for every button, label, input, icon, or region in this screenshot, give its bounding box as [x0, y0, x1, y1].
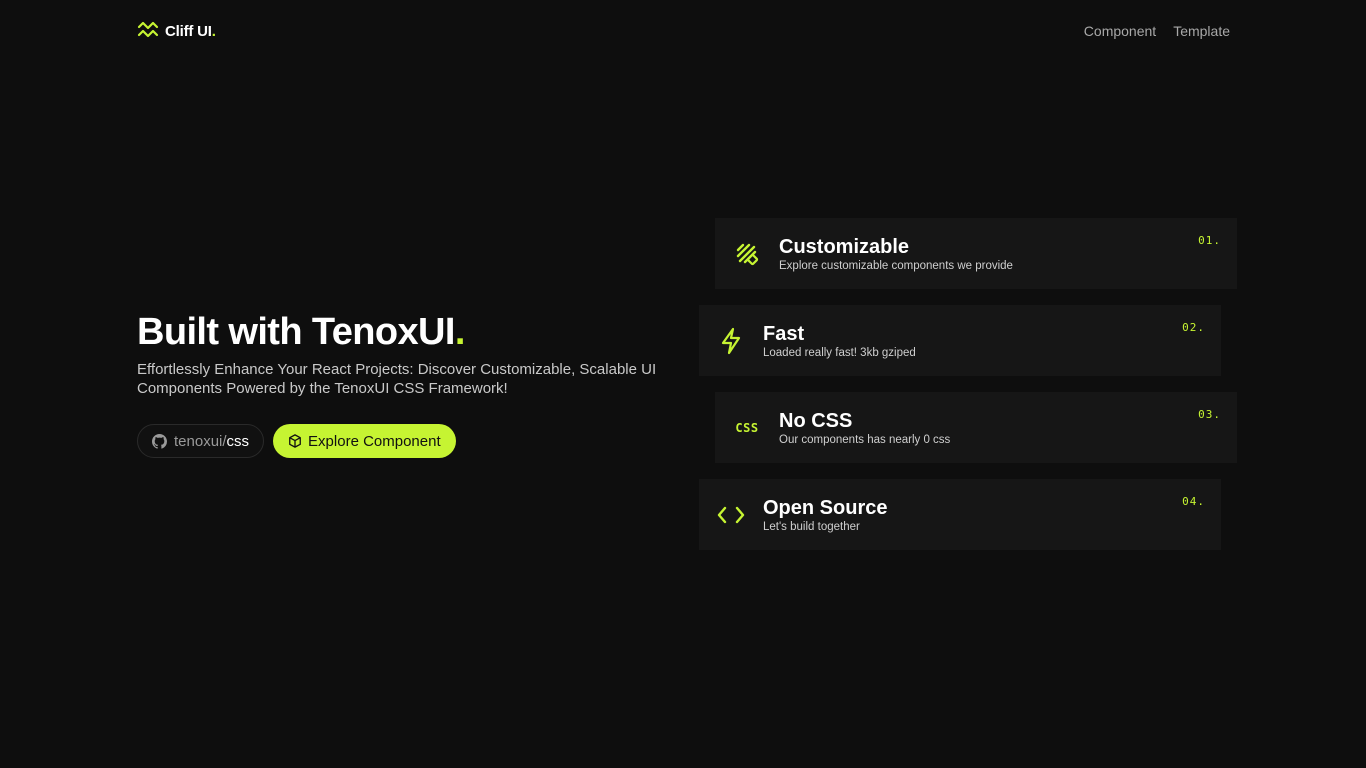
github-repo-button[interactable]: tenoxui/css [137, 424, 265, 458]
feature-card-no-css[interactable]: CSS No CSS Our components has nearly 0 c… [715, 392, 1237, 463]
repo-name: css [226, 432, 250, 450]
feature-number: 01. [1198, 234, 1221, 247]
feature-card-customizable[interactable]: Customizable Explore customizable compon… [715, 218, 1237, 289]
code-icon [715, 499, 747, 531]
feature-card-text: Open Source Let's build together [763, 496, 887, 534]
brush-icon [731, 238, 763, 270]
repo-owner: tenoxui [174, 432, 223, 450]
feature-title: Open Source [763, 496, 888, 519]
feature-card-open-source[interactable]: Open Source Let's build together 04. [699, 479, 1221, 550]
feature-card-fast[interactable]: Fast Loaded really fast! 3kb gziped 02. [699, 305, 1221, 376]
hero-section: Built with TenoxUI. Effortlessly Enhance… [137, 310, 677, 458]
nav-link-template[interactable]: Template [1173, 23, 1230, 39]
page: Cliff UI. Component Template Built with … [0, 0, 1366, 768]
css-icon-text: CSS [735, 420, 759, 435]
brand-name: Cliff UI. [165, 22, 216, 40]
explore-component-button[interactable]: Explore Component [273, 424, 456, 458]
hero-actions: tenoxui/css Explore Component [137, 424, 677, 458]
feature-title: Customizable [779, 235, 910, 258]
css-icon: CSS [731, 412, 763, 444]
lightning-icon [715, 325, 747, 357]
hero-title: Built with TenoxUI. [137, 311, 465, 353]
feature-number: 03. [1198, 408, 1221, 421]
feature-subtitle: Explore customizable components we provi… [779, 259, 1013, 272]
zigzag-logo-icon [137, 20, 159, 42]
feature-title: Fast [763, 322, 805, 345]
feature-number: 04. [1182, 495, 1205, 508]
feature-subtitle: Let's build together [763, 520, 860, 533]
nav-link-component[interactable]: Component [1084, 23, 1156, 39]
site-header: Cliff UI. Component Template [137, 18, 1230, 44]
cube-icon [288, 434, 302, 448]
feature-card-text: Customizable Explore customizable compon… [779, 235, 1013, 273]
feature-card-text: Fast Loaded really fast! 3kb gziped [763, 322, 916, 360]
feature-number: 02. [1182, 321, 1205, 334]
feature-title: No CSS [779, 409, 853, 432]
top-nav: Component Template [1084, 23, 1230, 39]
brand-logo[interactable]: Cliff UI. [137, 20, 216, 42]
hero-description: Effortlessly Enhance Your React Projects… [137, 361, 657, 397]
github-icon [152, 433, 167, 449]
explore-component-label: Explore Component [308, 432, 441, 450]
feature-subtitle: Loaded really fast! 3kb gziped [763, 346, 916, 359]
feature-subtitle: Our components has nearly 0 css [779, 433, 951, 446]
feature-card-text: No CSS Our components has nearly 0 css [779, 409, 950, 447]
